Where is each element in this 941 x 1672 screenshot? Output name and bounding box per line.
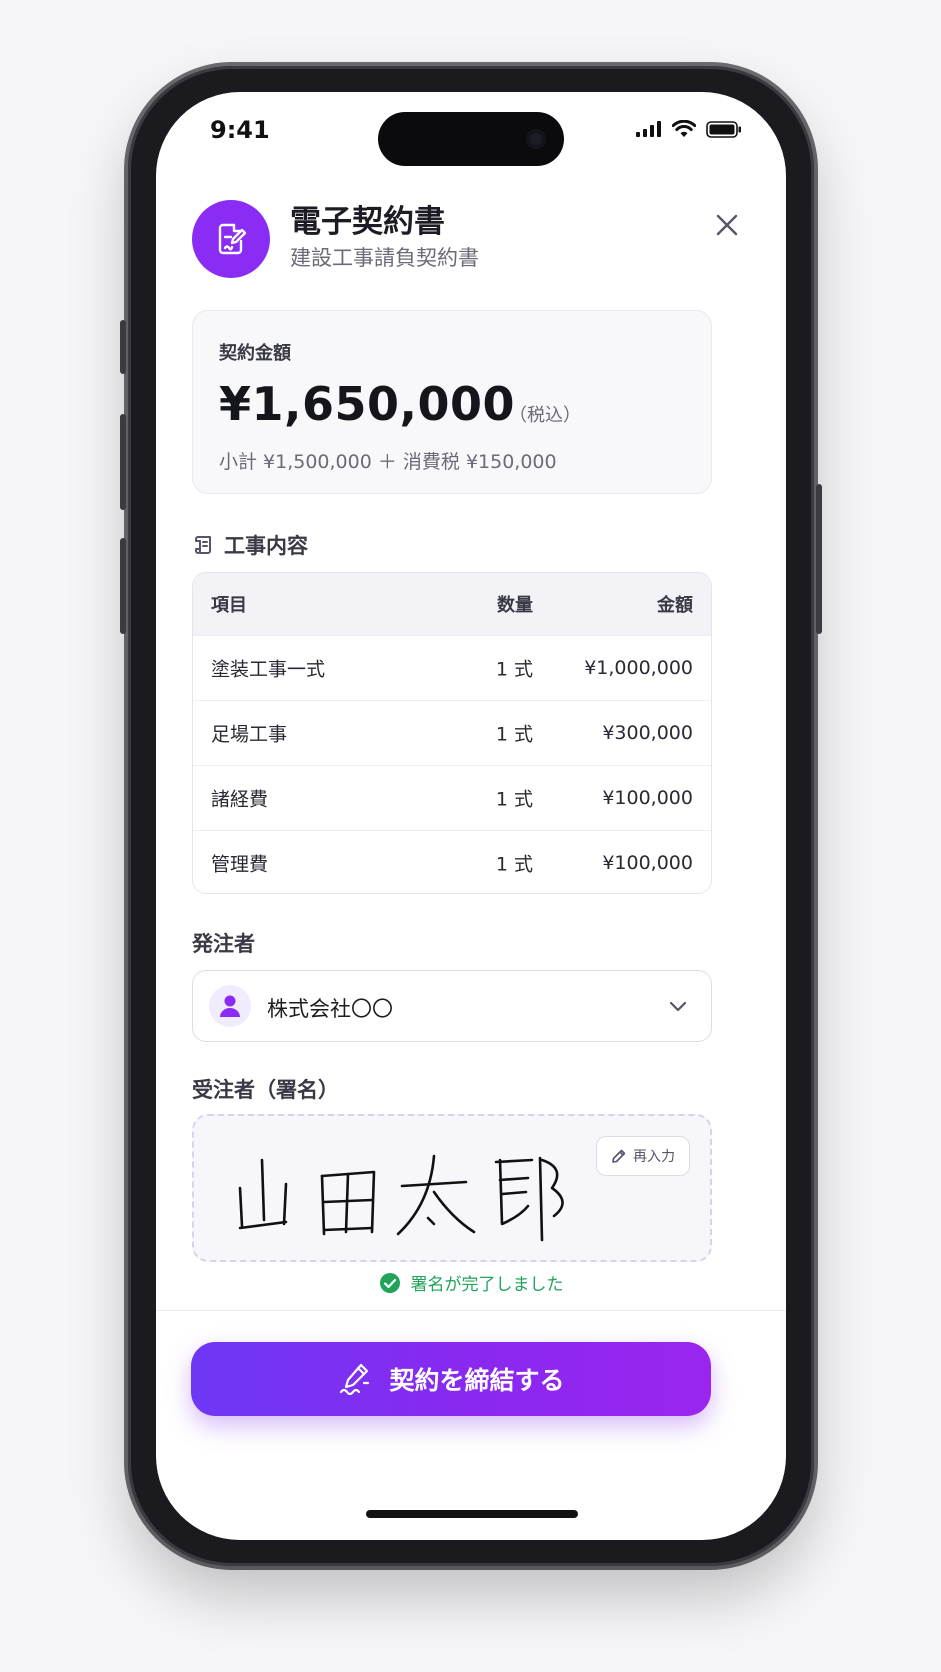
wifi-icon	[672, 120, 696, 137]
reenter-button[interactable]: 再入力	[596, 1136, 690, 1176]
orderer-label: 発注者	[192, 932, 255, 956]
page-title: 電子契約書	[290, 204, 445, 240]
camera-icon	[526, 129, 546, 149]
divider	[156, 1310, 786, 1311]
signer-label: 受注者（署名）	[192, 1078, 339, 1102]
power-button	[816, 484, 822, 634]
row-item: 管理費	[211, 853, 269, 876]
table-row: 足場工事 1 式 ¥300,000	[193, 701, 711, 766]
amount-tax-note: （税込）	[509, 405, 581, 426]
orderer-select[interactable]: 株式会社〇〇	[192, 970, 712, 1042]
user-icon	[220, 995, 240, 1017]
signature-status-text: 署名が完了しました	[410, 1275, 564, 1295]
close-button[interactable]	[710, 208, 744, 242]
amount-value: ¥1,650,000	[219, 377, 516, 431]
row-amount: ¥100,000	[602, 787, 693, 809]
avatar	[209, 985, 251, 1027]
page-subtitle: 建設工事請負契約書	[290, 246, 479, 270]
signal-icon	[636, 121, 661, 137]
work-section-header: 工事内容	[192, 530, 308, 560]
column-header-qty: 数量	[497, 595, 533, 616]
status-time: 9:41	[210, 116, 270, 144]
row-item: 塗装工事一式	[211, 658, 326, 681]
volume-down-button	[120, 538, 126, 634]
amount-label: 契約金額	[219, 343, 291, 364]
amount-breakdown: 小計 ¥1,500,000 ＋ 消費税 ¥150,000	[219, 451, 557, 473]
column-header-amount: 金額	[657, 595, 693, 616]
dynamic-island	[378, 112, 564, 166]
work-section-title: 工事内容	[224, 534, 308, 558]
row-qty: 1 式	[495, 658, 533, 681]
signature-status: 署名が完了しました	[156, 1270, 786, 1295]
signature-pad[interactable]: 再入力	[192, 1114, 712, 1262]
reenter-label: 再入力	[633, 1149, 675, 1165]
check-circle-icon	[379, 1272, 400, 1293]
battery-icon	[706, 120, 741, 138]
work-items-table: 項目 数量 金額 塗装工事一式 1 式 ¥1,000,000 足場工事 1 式 …	[192, 572, 712, 894]
contract-amount-card: 契約金額 ¥1,650,000 （税込） 小計 ¥1,500,000 ＋ 消費税…	[192, 310, 712, 494]
volume-up-button	[120, 414, 126, 510]
row-qty: 1 式	[495, 853, 533, 876]
row-item: 足場工事	[211, 723, 288, 746]
row-qty: 1 式	[495, 788, 533, 811]
signature-pen-icon	[340, 1363, 370, 1396]
sign-contract-button[interactable]: 契約を締結する	[191, 1342, 711, 1416]
column-header-item: 項目	[211, 595, 247, 616]
signature-drawing	[238, 1154, 564, 1242]
status-icons	[636, 120, 742, 138]
table-row: 塗装工事一式 1 式 ¥1,000,000	[193, 636, 711, 701]
orderer-name: 株式会社〇〇	[267, 997, 393, 1021]
table-row: 管理費 1 式 ¥100,000	[193, 831, 711, 893]
home-indicator	[366, 1510, 578, 1518]
action-button	[120, 320, 126, 374]
document-sign-icon	[192, 200, 270, 278]
pencil-icon	[612, 1149, 626, 1163]
row-amount: ¥100,000	[602, 852, 693, 874]
chevron-down-icon	[669, 1001, 687, 1012]
table-header: 項目 数量 金額	[193, 573, 711, 636]
table-row: 諸経費 1 式 ¥100,000	[193, 766, 711, 831]
row-item: 諸経費	[211, 788, 269, 811]
app-screen: 9:41 電子契約書 建設工事請負契約書 契約金額 ¥1,650,000 （税込…	[156, 92, 786, 1540]
row-amount: ¥300,000	[602, 722, 693, 744]
row-qty: 1 式	[495, 723, 533, 746]
sign-contract-label: 契約を締結する	[389, 1366, 565, 1395]
row-amount: ¥1,000,000	[584, 657, 693, 679]
close-icon	[716, 214, 738, 236]
scroll-icon	[195, 536, 211, 554]
